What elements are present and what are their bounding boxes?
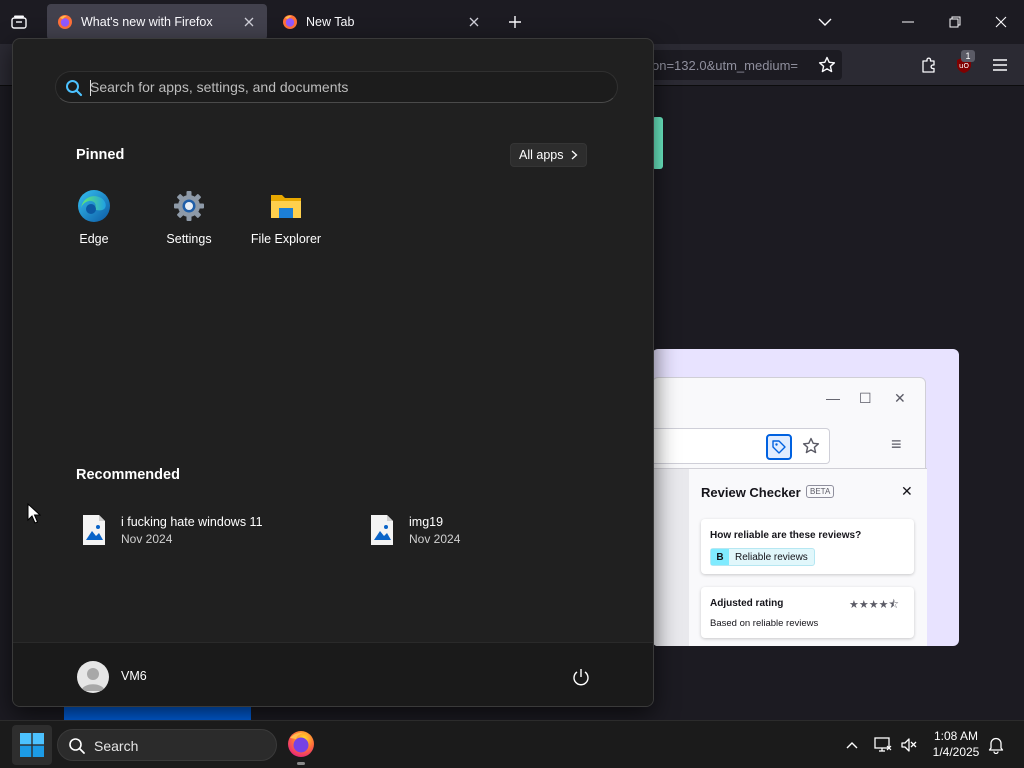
settings-gear-icon (172, 189, 206, 223)
image-file-icon (371, 515, 393, 545)
review-checker-title: Review Checker (701, 485, 801, 500)
pinned-app-label: Edge (79, 232, 109, 246)
panel-close-icon: ✕ (901, 483, 913, 499)
extension-badge: 1 (961, 50, 975, 62)
recommended-item-text: i fucking hate windows 11 Nov 2024 (121, 515, 263, 546)
beta-badge: BETA (806, 485, 835, 498)
extensions-puzzle-icon[interactable] (918, 54, 940, 76)
hamburger-menu-icon[interactable] (989, 54, 1011, 76)
tab-title: New Tab (306, 15, 355, 29)
clock-time: 1:08 AM (933, 729, 979, 743)
user-name[interactable]: VM6 (121, 669, 147, 683)
firefox-favicon-icon (58, 15, 72, 29)
tab-close-icon[interactable] (466, 14, 482, 30)
star-rating: ★★★★⯪ (849, 599, 899, 611)
mini-star-icon (800, 435, 822, 457)
windows-logo-icon (20, 733, 44, 757)
minimize-icon[interactable] (898, 12, 918, 32)
edge-icon (77, 189, 111, 223)
bookmark-star-icon[interactable] (816, 54, 838, 76)
volume-muted-icon[interactable] (899, 735, 919, 755)
start-button[interactable] (12, 725, 52, 765)
network-icon[interactable] (873, 735, 893, 755)
recommended-heading: Recommended (76, 467, 180, 483)
all-apps-label: All apps (519, 148, 564, 162)
text-caret (90, 80, 91, 96)
adjusted-rating-label: Adjusted rating (710, 598, 784, 609)
folder-icon (269, 189, 303, 223)
taskbar-search-label: Search (94, 738, 139, 754)
recommended-file-date: Nov 2024 (121, 531, 173, 546)
restore-icon[interactable] (945, 12, 965, 32)
show-hidden-icons-chevron-up-icon[interactable] (842, 735, 862, 755)
pinned-app-edge[interactable]: Edge (49, 189, 139, 249)
mini-menu-icon: ≡ (891, 434, 902, 454)
review-checker-panel: Review Checker BETA ✕ How reliable are t… (689, 469, 927, 646)
close-icon[interactable] (991, 12, 1011, 32)
all-apps-button[interactable]: All apps (510, 143, 588, 167)
mini-maximize-icon: ☐ (859, 390, 872, 406)
firefox-taskbar-icon[interactable] (286, 729, 316, 759)
reliability-question: How reliable are these reviews? (710, 530, 862, 541)
mouse-cursor-icon (27, 503, 41, 524)
search-icon (69, 738, 85, 754)
pinned-app-settings[interactable]: Settings (144, 189, 234, 249)
tab-close-icon[interactable] (241, 14, 257, 30)
based-on-text: Based on reliable reviews (710, 618, 819, 629)
running-indicator (297, 762, 305, 765)
grade-letter: B (711, 549, 729, 565)
chevron-right-icon (572, 150, 578, 160)
adjusted-rating-card: Adjusted rating ★★★★⯪ Based on reliable … (701, 587, 914, 638)
tab-whats-new[interactable]: What's new with Firefox (47, 4, 267, 40)
recommended-file-name: img19 (409, 514, 444, 529)
start-search-box[interactable] (55, 71, 618, 103)
image-file-icon (83, 515, 105, 545)
svg-text:uO: uO (959, 62, 969, 70)
user-avatar[interactable] (77, 661, 109, 693)
start-menu-footer: VM6 (13, 642, 653, 706)
review-checker-promo: — ☐ ✕ ≡ Review Checker BETA ✕ How reliab… (652, 349, 959, 646)
firefox-view-icon[interactable] (8, 12, 30, 32)
notifications-bell-icon[interactable] (986, 735, 1006, 755)
system-clock[interactable]: 1:08 AM 1/4/2025 (924, 728, 988, 760)
tab-title: What's new with Firefox (81, 15, 213, 29)
tab-new-tab[interactable]: New Tab (272, 4, 492, 40)
recommended-item-text: img19 Nov 2024 (409, 515, 460, 546)
mini-browser-illustration: — ☐ ✕ ≡ Review Checker BETA ✕ How reliab… (652, 377, 927, 646)
power-icon[interactable] (571, 667, 591, 687)
taskbar: Search 1:08 AM 1/4/2025 (0, 720, 1024, 768)
pinned-app-label: Settings (166, 232, 212, 246)
list-all-tabs-chevron-icon[interactable] (815, 12, 835, 32)
pinned-app-file-explorer[interactable]: File Explorer (241, 189, 331, 249)
grade-badge: B Reliable reviews (710, 548, 815, 566)
recommended-file-date: Nov 2024 (409, 531, 461, 546)
taskbar-search-box[interactable]: Search (57, 729, 277, 761)
pinned-app-label: File Explorer (250, 232, 322, 246)
mini-close-icon: ✕ (894, 390, 906, 406)
reliability-card: How reliable are these reviews? B Reliab… (701, 519, 914, 574)
clock-date: 1/4/2025 (932, 745, 980, 759)
mini-page-area (653, 469, 689, 646)
recommended-item[interactable]: img19 Nov 2024 (369, 511, 460, 549)
search-icon (66, 80, 83, 97)
review-checker-tag-icon (766, 434, 792, 460)
page-button-partial (64, 706, 251, 720)
pinned-heading: Pinned (76, 147, 125, 163)
recommended-file-name: i fucking hate windows 11 (121, 514, 263, 529)
mini-url-bar (653, 428, 830, 464)
recommended-item[interactable]: i fucking hate windows 11 Nov 2024 (81, 511, 263, 549)
url-text: on=132.0&utm_medium= (652, 58, 798, 73)
grade-text: Reliable reviews (735, 551, 808, 563)
new-tab-plus-icon[interactable] (505, 12, 525, 32)
firefox-favicon-icon (283, 15, 297, 29)
start-search-input[interactable] (90, 72, 590, 102)
start-menu: Pinned All apps Edge (12, 38, 654, 707)
mini-minimize-icon: — (826, 390, 840, 406)
